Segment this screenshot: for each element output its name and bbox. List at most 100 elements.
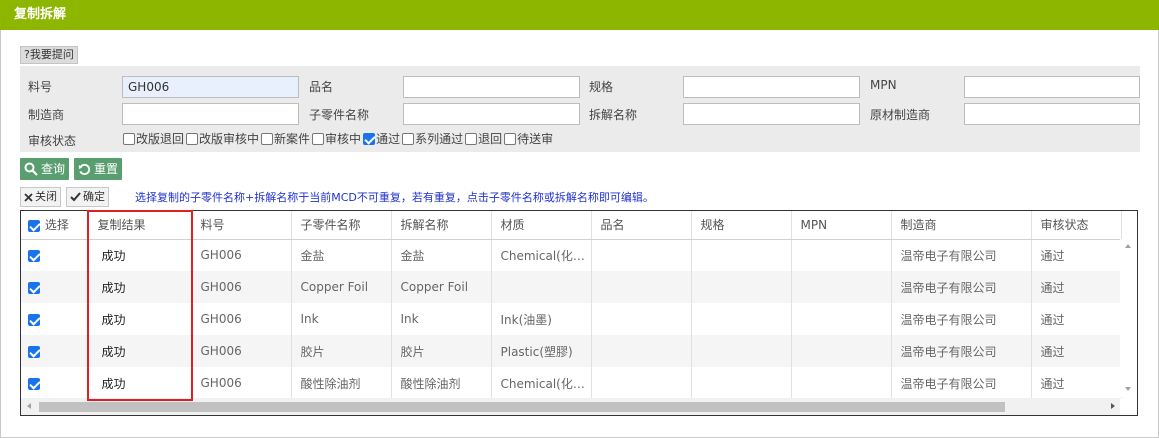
table-cell[interactable]: 酸性除油剂 <box>391 367 492 399</box>
table-cell[interactable]: 胶片 <box>291 335 392 367</box>
table-cell: GH006 <box>191 367 292 399</box>
table-cell: GH006 <box>191 239 292 271</box>
row-checkbox[interactable] <box>28 281 40 294</box>
status-checkbox[interactable] <box>465 132 478 145</box>
mpn-label: MPN <box>870 78 897 92</box>
row-select-cell[interactable] <box>21 271 89 303</box>
table-cell: 通过 <box>1031 239 1122 271</box>
table-cell: Ink(油墨) <box>491 303 592 335</box>
part-no-label: 料号 <box>28 80 53 94</box>
status-checkbox[interactable] <box>363 132 376 145</box>
close-icon <box>24 192 33 202</box>
table-cell: GH006 <box>191 335 292 367</box>
table-cell <box>591 367 692 399</box>
table-cell[interactable]: Ink <box>291 303 392 335</box>
row-select-cell[interactable] <box>21 303 89 335</box>
table-cell <box>591 335 692 367</box>
table-cell[interactable]: Ink <box>391 303 492 335</box>
status-option-series-passed[interactable]: 系列通过 <box>402 130 463 147</box>
table-row[interactable]: 成功 GH006 Ink Ink Ink(油墨) 温帝电子有限公司 通过 <box>21 303 1122 335</box>
table-cell[interactable]: 胶片 <box>391 335 492 367</box>
status-checkbox[interactable] <box>123 132 135 145</box>
refresh-icon <box>78 163 91 175</box>
status-option-new-case[interactable]: 新案件 <box>261 130 310 147</box>
product-name-input[interactable] <box>403 76 580 98</box>
vertical-scrollbar[interactable] <box>1120 239 1137 397</box>
column-header[interactable]: 子零件名称 <box>291 211 392 240</box>
ask-question-button[interactable]: ?我要提问 <box>20 46 78 64</box>
row-checkbox[interactable] <box>28 313 40 326</box>
column-header[interactable]: 料号 <box>191 211 292 240</box>
status-option-reviewing[interactable]: 审核中 <box>312 130 361 147</box>
part-no-input[interactable]: GH006 <box>122 76 299 98</box>
status-option-revision-returned[interactable]: 改版退回 <box>123 130 184 147</box>
sub-part-name-input[interactable] <box>403 103 580 125</box>
select-header-label: 选择 <box>44 218 69 233</box>
status-option-passed[interactable]: 通过 <box>363 130 400 147</box>
scroll-up-icon[interactable] <box>1125 244 1131 248</box>
row-select-cell[interactable] <box>21 367 89 399</box>
table-cell[interactable]: Copper Foil <box>291 271 392 303</box>
raw-manufacturer-input[interactable] <box>964 103 1140 125</box>
horizontal-scrollbar[interactable] <box>21 398 1121 415</box>
table-cell[interactable]: 金盐 <box>291 239 392 271</box>
table-cell: Chemical(化… <box>491 367 592 399</box>
status-option-pending-submit[interactable]: 待送审 <box>504 130 553 147</box>
column-header[interactable]: 规格 <box>691 211 792 240</box>
table-cell[interactable]: Copper Foil <box>391 271 492 303</box>
column-header[interactable]: 材质 <box>491 211 592 240</box>
status-option-returned[interactable]: 退回 <box>465 130 502 147</box>
scroll-down-icon[interactable] <box>1125 387 1131 391</box>
table-cell <box>691 303 792 335</box>
table-cell <box>591 303 692 335</box>
table-cell: 通过 <box>1031 367 1122 399</box>
table-row[interactable]: 成功 GH006 金盐 金盐 Chemical(化… 温帝电子有限公司 通过 <box>21 239 1122 271</box>
mpn-input[interactable] <box>964 76 1140 98</box>
reset-button[interactable]: 重置 <box>74 158 123 180</box>
table-cell: 温帝电子有限公司 <box>891 271 1032 303</box>
table-cell: Plastic(塑膠) <box>491 335 592 367</box>
table-cell[interactable]: 酸性除油剂 <box>291 367 392 399</box>
row-checkbox[interactable] <box>28 249 40 262</box>
status-checkbox[interactable] <box>261 132 274 145</box>
disassembly-name-input[interactable] <box>683 103 860 125</box>
table-cell <box>791 271 892 303</box>
column-header[interactable]: 复制结果 <box>88 211 192 240</box>
horizontal-scroll-thumb[interactable] <box>39 402 1005 412</box>
status-option-revision-reviewing[interactable]: 改版审核中 <box>186 130 259 147</box>
row-checkbox[interactable] <box>28 377 40 390</box>
row-select-cell[interactable] <box>21 239 89 271</box>
confirm-button[interactable]: 确定 <box>66 187 109 207</box>
column-header[interactable]: 审核状态 <box>1031 211 1122 240</box>
select-all-header[interactable]: 选择 <box>21 211 89 240</box>
status-checkbox[interactable] <box>504 132 517 145</box>
status-checkbox[interactable] <box>312 132 325 145</box>
table-cell <box>791 367 892 399</box>
table-header-row: 选择 复制结果 料号 子零件名称 拆解名称 材质 品名 规格 MPN 制造商 审… <box>21 211 1122 240</box>
select-all-checkbox[interactable] <box>28 219 40 232</box>
manufacturer-input[interactable] <box>122 103 299 125</box>
status-option-label: 退回 <box>478 132 503 146</box>
window-title: 复制拆解 <box>0 0 1159 30</box>
table-cell: 通过 <box>1031 303 1122 335</box>
column-header[interactable]: 制造商 <box>891 211 1032 240</box>
spec-input[interactable] <box>683 76 860 98</box>
table-cell <box>591 271 692 303</box>
row-checkbox[interactable] <box>28 345 40 358</box>
status-checkbox[interactable] <box>186 132 199 145</box>
column-header[interactable]: 品名 <box>591 211 692 240</box>
search-button[interactable]: 查询 <box>20 158 70 180</box>
table-row[interactable]: 成功 GH006 胶片 胶片 Plastic(塑膠) 温帝电子有限公司 通过 <box>21 335 1122 367</box>
table-cell: 成功 <box>88 335 192 367</box>
table-row[interactable]: 成功 GH006 Copper Foil Copper Foil 温帝电子有限公… <box>21 271 1122 303</box>
row-select-cell[interactable] <box>21 335 89 367</box>
column-header[interactable]: 拆解名称 <box>391 211 492 240</box>
close-button[interactable]: 关闭 <box>20 187 61 207</box>
scroll-left-icon[interactable] <box>27 403 31 409</box>
table-cell[interactable]: 金盐 <box>391 239 492 271</box>
column-header[interactable]: MPN <box>791 211 892 240</box>
table-row[interactable]: 成功 GH006 酸性除油剂 酸性除油剂 Chemical(化… 温帝电子有限公… <box>21 367 1122 399</box>
scroll-right-icon[interactable] <box>1111 403 1115 409</box>
status-checkbox[interactable] <box>402 132 415 145</box>
close-button-label: 关闭 <box>35 190 57 203</box>
